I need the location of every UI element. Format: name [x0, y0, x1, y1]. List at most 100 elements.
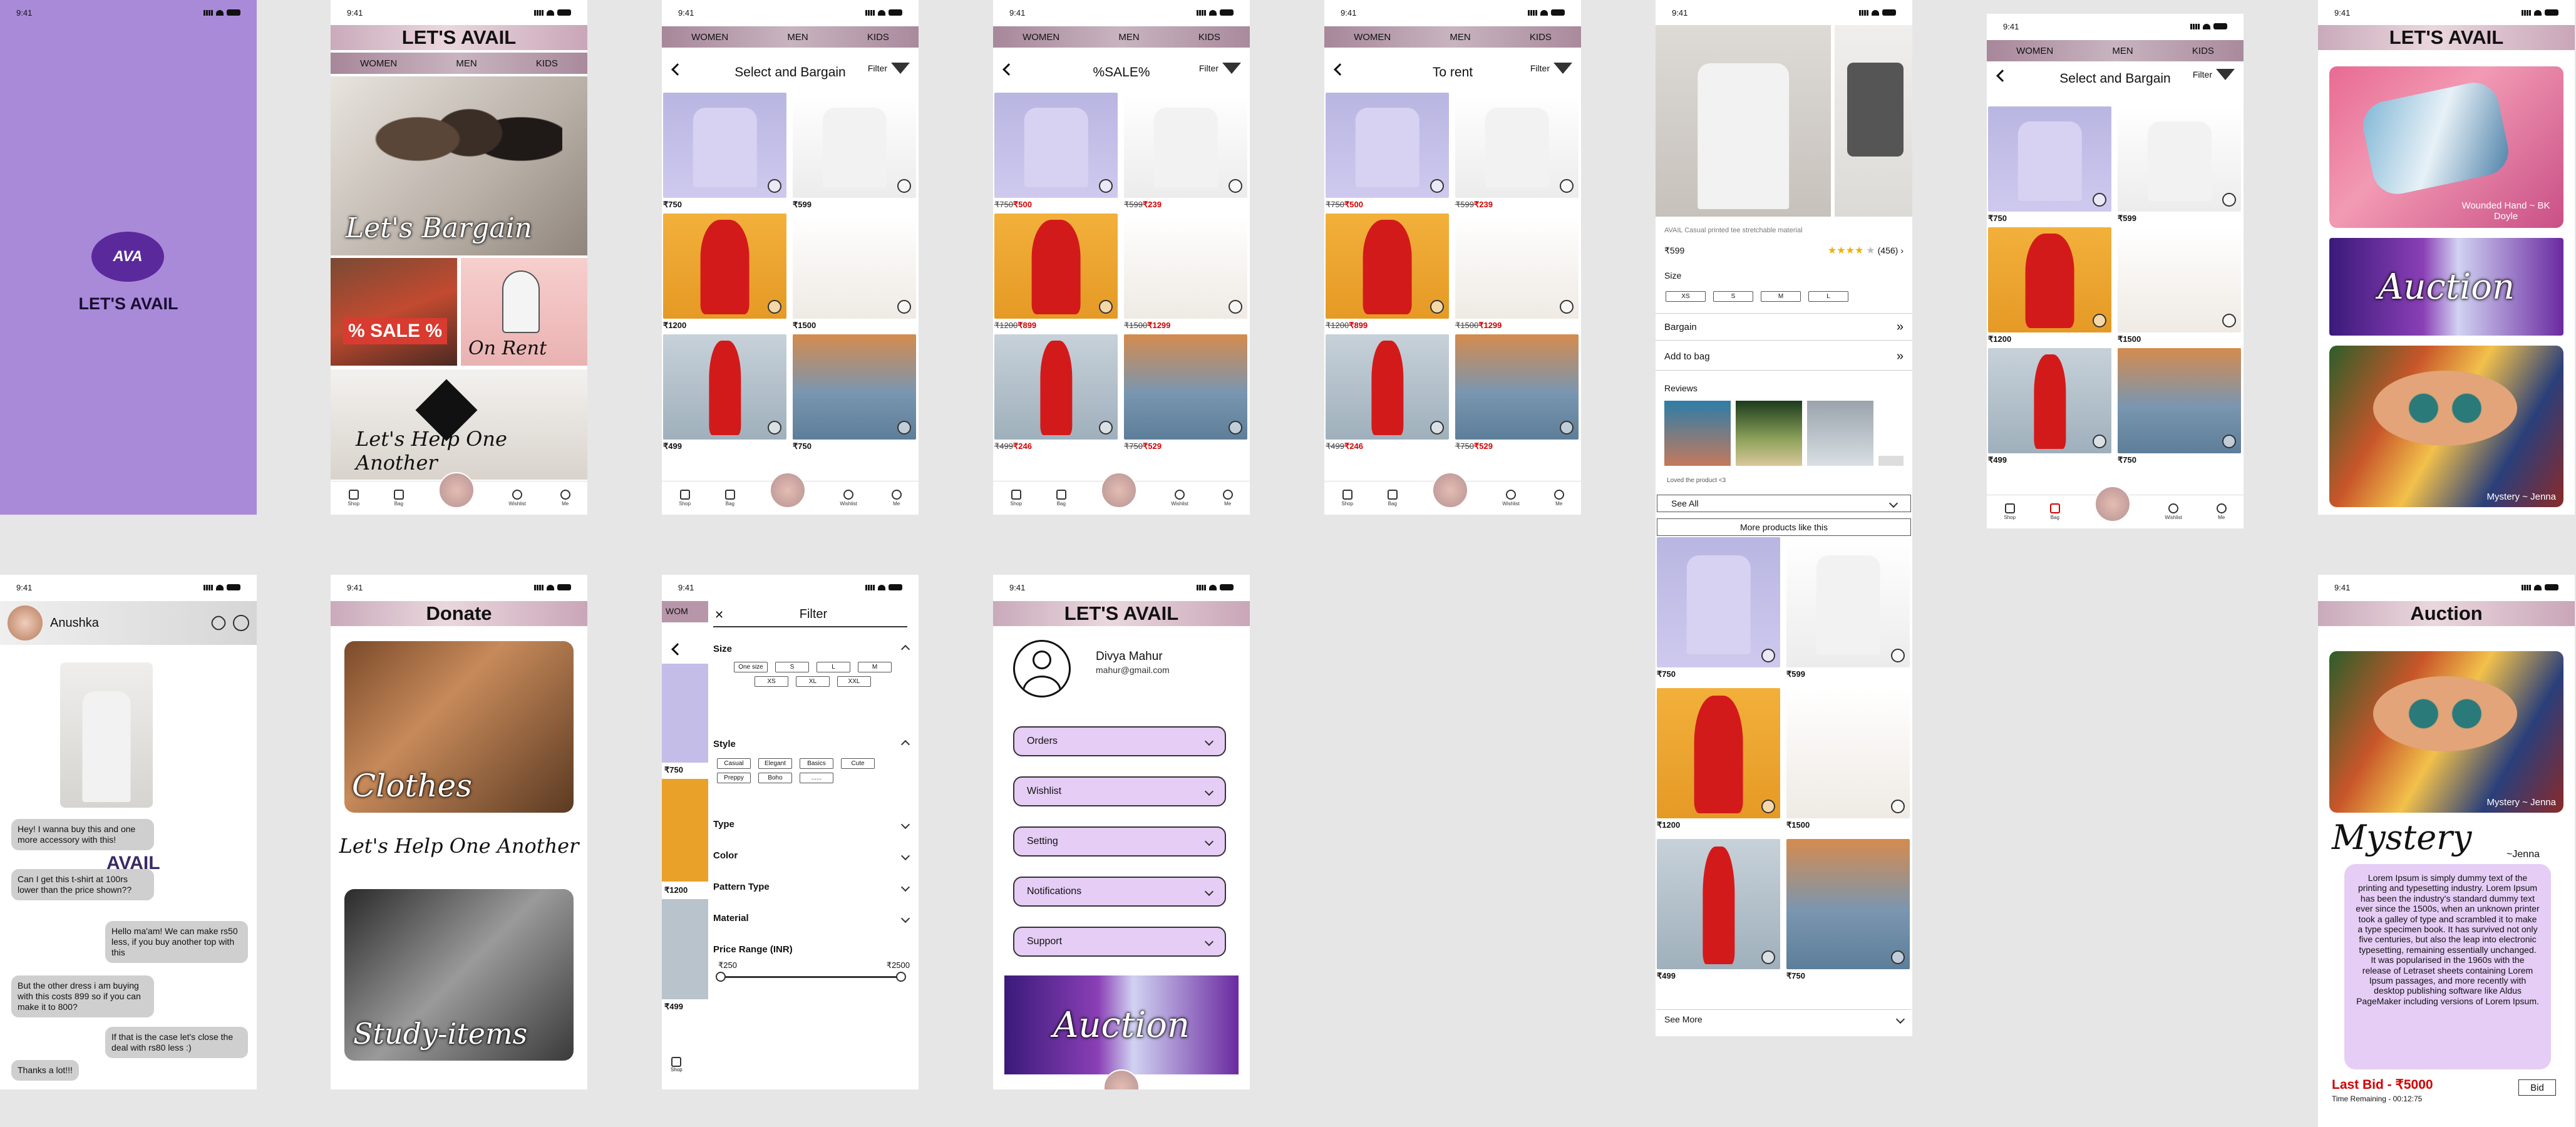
- tab-men[interactable]: MEN: [1118, 32, 1139, 43]
- product-card[interactable]: ₹499₹246: [994, 334, 1118, 451]
- rating[interactable]: ★★★★ ★ (456) ›: [1828, 244, 1904, 257]
- wishlist-heart-icon[interactable]: [1891, 950, 1905, 964]
- product-card[interactable]: ₹750₹529: [1455, 334, 1579, 451]
- wishlist-heart-icon[interactable]: [2222, 314, 2236, 327]
- nav-bag[interactable]: Bag: [1387, 490, 1398, 507]
- product-card[interactable]: ₹499: [1657, 839, 1780, 981]
- tab-men[interactable]: MEN: [787, 32, 808, 43]
- filter-button[interactable]: Filter: [868, 63, 910, 74]
- avatar[interactable]: [8, 605, 43, 641]
- auction-gavel-button[interactable]: [1100, 471, 1137, 508]
- product-card[interactable]: ₹1500: [1786, 688, 1910, 830]
- wishlist-heart-icon[interactable]: [1430, 179, 1444, 193]
- tab-men[interactable]: MEN: [456, 58, 477, 69]
- filter-section-size[interactable]: Size: [713, 644, 910, 654]
- product-card[interactable]: ₹750₹500: [994, 93, 1118, 210]
- wishlist-heart-icon[interactable]: [2093, 314, 2106, 327]
- size-chip[interactable]: S: [775, 662, 809, 672]
- product-card[interactable]: ₹499: [663, 334, 786, 451]
- tab-women[interactable]: WOMEN: [691, 32, 728, 43]
- filter-section-style[interactable]: Style: [713, 739, 910, 749]
- product-card[interactable]: ₹1200₹899: [1326, 214, 1449, 331]
- product-card[interactable]: ₹750: [1988, 106, 2111, 224]
- filter-section-type[interactable]: Type: [713, 819, 910, 830]
- wishlist-heart-icon[interactable]: [2093, 435, 2106, 448]
- nav-me[interactable]: Me: [560, 490, 570, 507]
- filter-section-pattern[interactable]: Pattern Type: [713, 882, 910, 892]
- wishlist-heart-icon[interactable]: [1891, 649, 1905, 662]
- wishlist-heart-icon[interactable]: [897, 421, 911, 435]
- product-card[interactable]: ₹499₹246: [1326, 334, 1449, 451]
- menu-item-support[interactable]: Support: [1013, 927, 1226, 957]
- wishlist-heart-icon[interactable]: [897, 300, 911, 314]
- tab-kids[interactable]: KIDS: [536, 58, 558, 69]
- size-chip[interactable]: XL: [796, 676, 830, 687]
- product-card[interactable]: ₹1500₹1299: [1124, 214, 1247, 331]
- nav-shop[interactable]: Shop: [679, 490, 691, 507]
- auction-gavel-button[interactable]: [2094, 485, 2131, 522]
- product-card[interactable]: ₹599: [1786, 537, 1910, 679]
- wishlist-heart-icon[interactable]: [1099, 421, 1113, 435]
- product-gallery[interactable]: [1656, 25, 1912, 217]
- wishlist-heart-icon[interactable]: [1761, 649, 1775, 662]
- filter-button[interactable]: Filter: [2193, 69, 2235, 80]
- menu-item-notifications[interactable]: Notifications: [1013, 877, 1226, 907]
- clothes-card[interactable]: Clothes: [344, 641, 574, 813]
- review-photo[interactable]: [1807, 401, 1873, 466]
- back-icon[interactable]: [1334, 63, 1346, 76]
- see-all-dropdown[interactable]: See All: [1657, 495, 1911, 512]
- tab-kids[interactable]: KIDS: [2192, 46, 2214, 56]
- tab-kids[interactable]: KIDS: [1198, 32, 1220, 43]
- tab-men[interactable]: MEN: [2112, 46, 2133, 56]
- nav-bag[interactable]: Bag: [724, 490, 735, 507]
- style-chip[interactable]: Preppy: [717, 773, 751, 783]
- product-card[interactable]: ₹599: [2118, 106, 2241, 224]
- review-more[interactable]: [1878, 456, 1904, 466]
- style-chip[interactable]: Basics: [800, 758, 833, 769]
- auction-gavel-button[interactable]: [438, 471, 475, 508]
- size-chip[interactable]: L: [1808, 291, 1848, 302]
- size-chip[interactable]: M: [858, 662, 892, 672]
- tab-women[interactable]: WOMEN: [2016, 46, 2053, 56]
- wishlist-heart-icon[interactable]: [2222, 435, 2236, 448]
- menu-item-wishlist[interactable]: Wishlist: [1013, 776, 1226, 806]
- wishlist-heart-icon[interactable]: [1229, 421, 1242, 435]
- product-card[interactable]: ₹750: [663, 93, 786, 210]
- nav-me[interactable]: Me: [2216, 503, 2227, 520]
- study-card[interactable]: Study-items: [344, 889, 574, 1061]
- wishlist-heart-icon[interactable]: [768, 300, 781, 314]
- product-card[interactable]: ₹750: [2118, 348, 2241, 465]
- product-card[interactable]: ₹1500: [793, 214, 916, 331]
- nav-wishlist[interactable]: Wishlist: [1502, 490, 1520, 507]
- wishlist-heart-icon[interactable]: [1560, 179, 1574, 193]
- wishlist-heart-icon[interactable]: [768, 421, 781, 435]
- menu-item-setting[interactable]: Setting: [1013, 826, 1226, 857]
- filter-section-color[interactable]: Color: [713, 850, 910, 861]
- nav-wishlist[interactable]: Wishlist: [2165, 503, 2182, 520]
- tab-women[interactable]: WOMEN: [360, 58, 397, 69]
- size-chip[interactable]: XS: [755, 676, 788, 687]
- auction-banner[interactable]: Auction: [2329, 238, 2563, 336]
- filter-button[interactable]: Filter: [1530, 63, 1572, 74]
- nav-shop[interactable]: Shop: [2004, 503, 2016, 520]
- filter-button[interactable]: Filter: [1199, 63, 1241, 74]
- bid-button[interactable]: Bid: [2518, 1079, 2556, 1096]
- wishlist-heart-icon[interactable]: [1560, 421, 1574, 435]
- user-avatar-icon[interactable]: [1013, 640, 1071, 697]
- nav-bag[interactable]: Bag: [393, 490, 404, 507]
- size-chip[interactable]: XXL: [837, 676, 871, 687]
- bargain-tile[interactable]: Let's Bargain: [331, 76, 587, 255]
- review-photo[interactable]: [1664, 401, 1731, 466]
- wishlist-heart-icon[interactable]: [768, 179, 781, 193]
- product-card[interactable]: ₹750: [1786, 839, 1910, 981]
- nav-bag[interactable]: Bag: [2049, 503, 2060, 520]
- auction-gavel-button[interactable]: [1431, 471, 1468, 508]
- product-card[interactable]: ₹1200: [1657, 688, 1780, 830]
- size-chip[interactable]: S: [1713, 291, 1753, 302]
- auction-gavel-button[interactable]: [769, 471, 806, 508]
- menu-item-orders[interactable]: Orders: [1013, 726, 1226, 756]
- attach-icon[interactable]: [209, 613, 229, 633]
- back-icon[interactable]: [671, 643, 684, 656]
- style-chip[interactable]: Casual: [717, 758, 751, 769]
- wishlist-heart-icon[interactable]: [1430, 421, 1444, 435]
